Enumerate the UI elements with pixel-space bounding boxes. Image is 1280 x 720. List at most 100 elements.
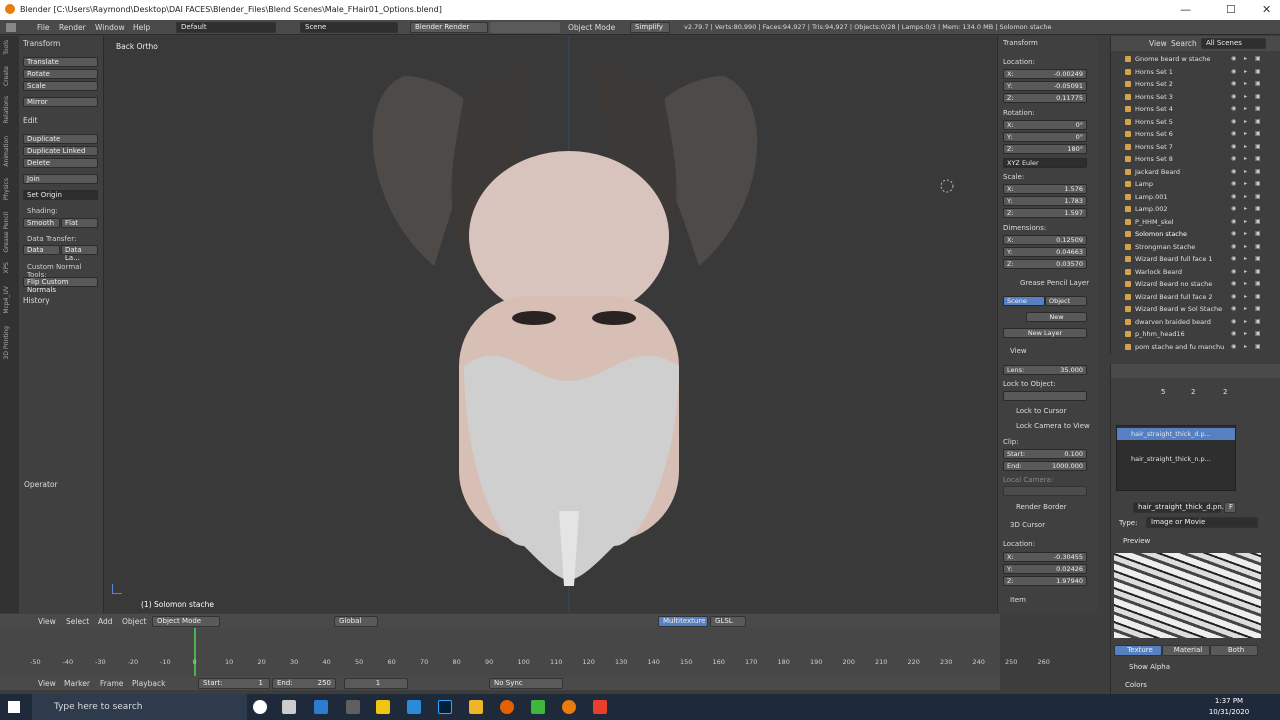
visibility-toggle-icons[interactable]: ◉ ▸ ▣ (1231, 241, 1264, 253)
outliner-view-menu[interactable]: View (1149, 39, 1167, 48)
outliner-item[interactable]: Wizard Beard full face 1 ◉ ▸ ▣ (1111, 253, 1280, 265)
visibility-toggle-icons[interactable]: ◉ ▸ ▣ (1231, 203, 1264, 215)
tab-tools[interactable]: Tools (3, 40, 15, 55)
outliner-item[interactable]: Jackard Beard ◉ ▸ ▣ (1111, 166, 1280, 178)
visibility-toggle-icons[interactable]: ◉ ▸ ▣ (1231, 216, 1264, 228)
texture-slot-1[interactable]: hair_straight_thick_d.p... (1117, 428, 1235, 440)
visibility-toggle-icons[interactable]: ◉ ▸ ▣ (1231, 266, 1264, 278)
loc-y-field[interactable]: Y: -0.05091 (1003, 81, 1087, 91)
scale-x-field[interactable]: X: 1.576 (1003, 184, 1087, 194)
maximize-icon[interactable]: ☐ (1226, 3, 1236, 16)
gp-new-layer-button[interactable]: New Layer (1003, 328, 1087, 338)
settings-icon[interactable] (346, 700, 360, 714)
item-header[interactable]: Item (1010, 596, 1026, 604)
flip-custom-normals-button[interactable]: Flip Custom Normals (23, 277, 98, 294)
lock-cursor-checkbox[interactable]: Lock to Cursor (1016, 407, 1066, 415)
scale-button[interactable]: Scale (23, 81, 98, 91)
visibility-toggle-icons[interactable]: ◉ ▸ ▣ (1231, 291, 1264, 303)
transform-header[interactable]: Transform (1003, 39, 1038, 47)
vp-view-menu[interactable]: View (38, 617, 56, 626)
dim-x-field[interactable]: X: 0.12509 (1003, 235, 1087, 245)
gp-new-button[interactable]: New (1026, 312, 1087, 322)
transform-orientation-select[interactable]: Global (334, 616, 378, 627)
outliner-item[interactable]: Horns Set 7 ◉ ▸ ▣ (1111, 141, 1280, 153)
timeline[interactable]: -50 -40 -30 -20 -10 0 10 20 30 40 50 60 70 80 90 100 110… (0, 628, 1050, 676)
tab-animation[interactable]: Animation (3, 136, 15, 167)
menu-file[interactable]: File (37, 23, 50, 32)
outliner-search-menu[interactable]: Search (1171, 39, 1197, 48)
outliner-item[interactable]: Horns Set 5 ◉ ▸ ▣ (1111, 116, 1280, 128)
outliner-item[interactable]: Gnome beard w stache ◉ ▸ ▣ (1111, 53, 1280, 65)
3d-cursor-header[interactable]: 3D Cursor (1010, 521, 1045, 529)
shading-glsl-button[interactable]: GLSL (710, 616, 746, 627)
render-engine-select[interactable]: Blender Render (410, 22, 488, 33)
texture-name-field[interactable]: hair_straight_thick_d.pn... (1133, 502, 1228, 513)
visibility-toggle-icons[interactable]: ◉ ▸ ▣ (1231, 103, 1264, 115)
visibility-toggle-icons[interactable]: ◉ ▸ ▣ (1231, 191, 1264, 203)
cortana-icon[interactable] (253, 700, 267, 714)
photoshop-icon[interactable] (438, 700, 452, 714)
blender-taskbar-icon[interactable] (562, 700, 576, 714)
set-origin-select[interactable]: Set Origin (23, 190, 98, 200)
scale-z-field[interactable]: Z: 1.597 (1003, 208, 1087, 218)
close-icon[interactable]: ✕ (1262, 3, 1271, 16)
start-frame-field[interactable]: Start: 1 (198, 678, 270, 689)
edit-panel-header[interactable]: Edit (23, 116, 38, 125)
visibility-toggle-icons[interactable]: ◉ ▸ ▣ (1231, 228, 1264, 240)
visibility-toggle-icons[interactable]: ◉ ▸ ▣ (1231, 166, 1264, 178)
clock-date[interactable]: 10/31/2020 (1204, 708, 1254, 716)
flat-button[interactable]: Flat (61, 218, 98, 228)
rot-z-field[interactable]: Z: 180° (1003, 144, 1087, 154)
windows-start-icon[interactable] (8, 701, 20, 713)
vp-add-menu[interactable]: Add (98, 617, 113, 626)
vp-select-menu[interactable]: Select (66, 617, 89, 626)
taskbar-search-box[interactable]: Type here to search (32, 694, 247, 720)
tl-frame-menu[interactable]: Frame (100, 679, 123, 688)
outliner-item[interactable]: P_HHM_skel ◉ ▸ ▣ (1111, 216, 1280, 228)
visibility-toggle-icons[interactable]: ◉ ▸ ▣ (1231, 53, 1264, 65)
mirror-button[interactable]: Mirror (23, 97, 98, 107)
outliner-item[interactable]: dwarven braided beard ◉ ▸ ▣ (1111, 316, 1280, 328)
rotate-button[interactable]: Rotate (23, 69, 98, 79)
lock-object-field[interactable] (1003, 391, 1087, 401)
tl-playback-menu[interactable]: Playback (132, 679, 165, 688)
loc-z-field[interactable]: Z: 0.11775 (1003, 93, 1087, 103)
gp-scene-button[interactable]: Scene (1003, 296, 1045, 306)
visibility-toggle-icons[interactable]: ◉ ▸ ▣ (1231, 328, 1264, 340)
3d-viewport[interactable]: Back Ortho (1) Solomon stache (104, 36, 996, 613)
data-layout-button[interactable]: Data La... (61, 245, 98, 262)
duplicate-linked-button[interactable]: Duplicate Linked (23, 146, 98, 156)
tab-grease-pencil[interactable]: Grease Pencil (3, 212, 15, 253)
smooth-button[interactable]: Smooth (23, 218, 60, 228)
visibility-toggle-icons[interactable]: ◉ ▸ ▣ (1231, 316, 1264, 328)
task-view-icon[interactable] (282, 700, 296, 714)
tl-marker-menu[interactable]: Marker (64, 679, 90, 688)
visibility-toggle-icons[interactable]: ◉ ▸ ▣ (1231, 91, 1264, 103)
preview-both-button[interactable]: Both (1210, 645, 1258, 656)
fake-user-button[interactable]: F (1224, 502, 1236, 513)
tab-relations[interactable]: Relations (3, 96, 15, 124)
colors-header[interactable]: Colors (1125, 681, 1147, 689)
cursor-x-field[interactable]: X: -0.30455 (1003, 552, 1087, 562)
clock-time[interactable]: 1:37 PM (1208, 697, 1250, 705)
outliner-item[interactable]: Wizard Beard no stache ◉ ▸ ▣ (1111, 278, 1280, 290)
outliner-item[interactable]: pom stache and fu manchu ◉ ▸ ▣ (1111, 341, 1280, 353)
gp-object-button[interactable]: Object (1045, 296, 1087, 306)
join-button[interactable]: Join (23, 174, 98, 184)
outliner-item[interactable]: Horns Set 8 ◉ ▸ ▣ (1111, 153, 1280, 165)
menu-window[interactable]: Window (95, 23, 125, 32)
end-frame-field[interactable]: End: 250 (272, 678, 336, 689)
outliner-item[interactable]: Lamp.002 ◉ ▸ ▣ (1111, 203, 1280, 215)
scale-y-field[interactable]: Y: 1.783 (1003, 196, 1087, 206)
editor-type-icon[interactable] (6, 23, 16, 32)
tab-3d-printing[interactable]: 3D Printing (3, 326, 15, 359)
outliner-item[interactable]: Lamp.001 ◉ ▸ ▣ (1111, 191, 1280, 203)
rot-y-field[interactable]: Y: 0° (1003, 132, 1087, 142)
outliner-item[interactable]: Wizard Beard full face 2 ◉ ▸ ▣ (1111, 291, 1280, 303)
visibility-toggle-icons[interactable]: ◉ ▸ ▣ (1231, 141, 1264, 153)
lock-camera-checkbox[interactable]: Lock Camera to View (1016, 422, 1090, 430)
outliner-item[interactable]: Horns Set 1 ◉ ▸ ▣ (1111, 66, 1280, 78)
outliner-item[interactable]: Horns Set 3 ◉ ▸ ▣ (1111, 91, 1280, 103)
dim-z-field[interactable]: Z: 0.03570 (1003, 259, 1087, 269)
loc-x-field[interactable]: X: -0.00249 (1003, 69, 1087, 79)
